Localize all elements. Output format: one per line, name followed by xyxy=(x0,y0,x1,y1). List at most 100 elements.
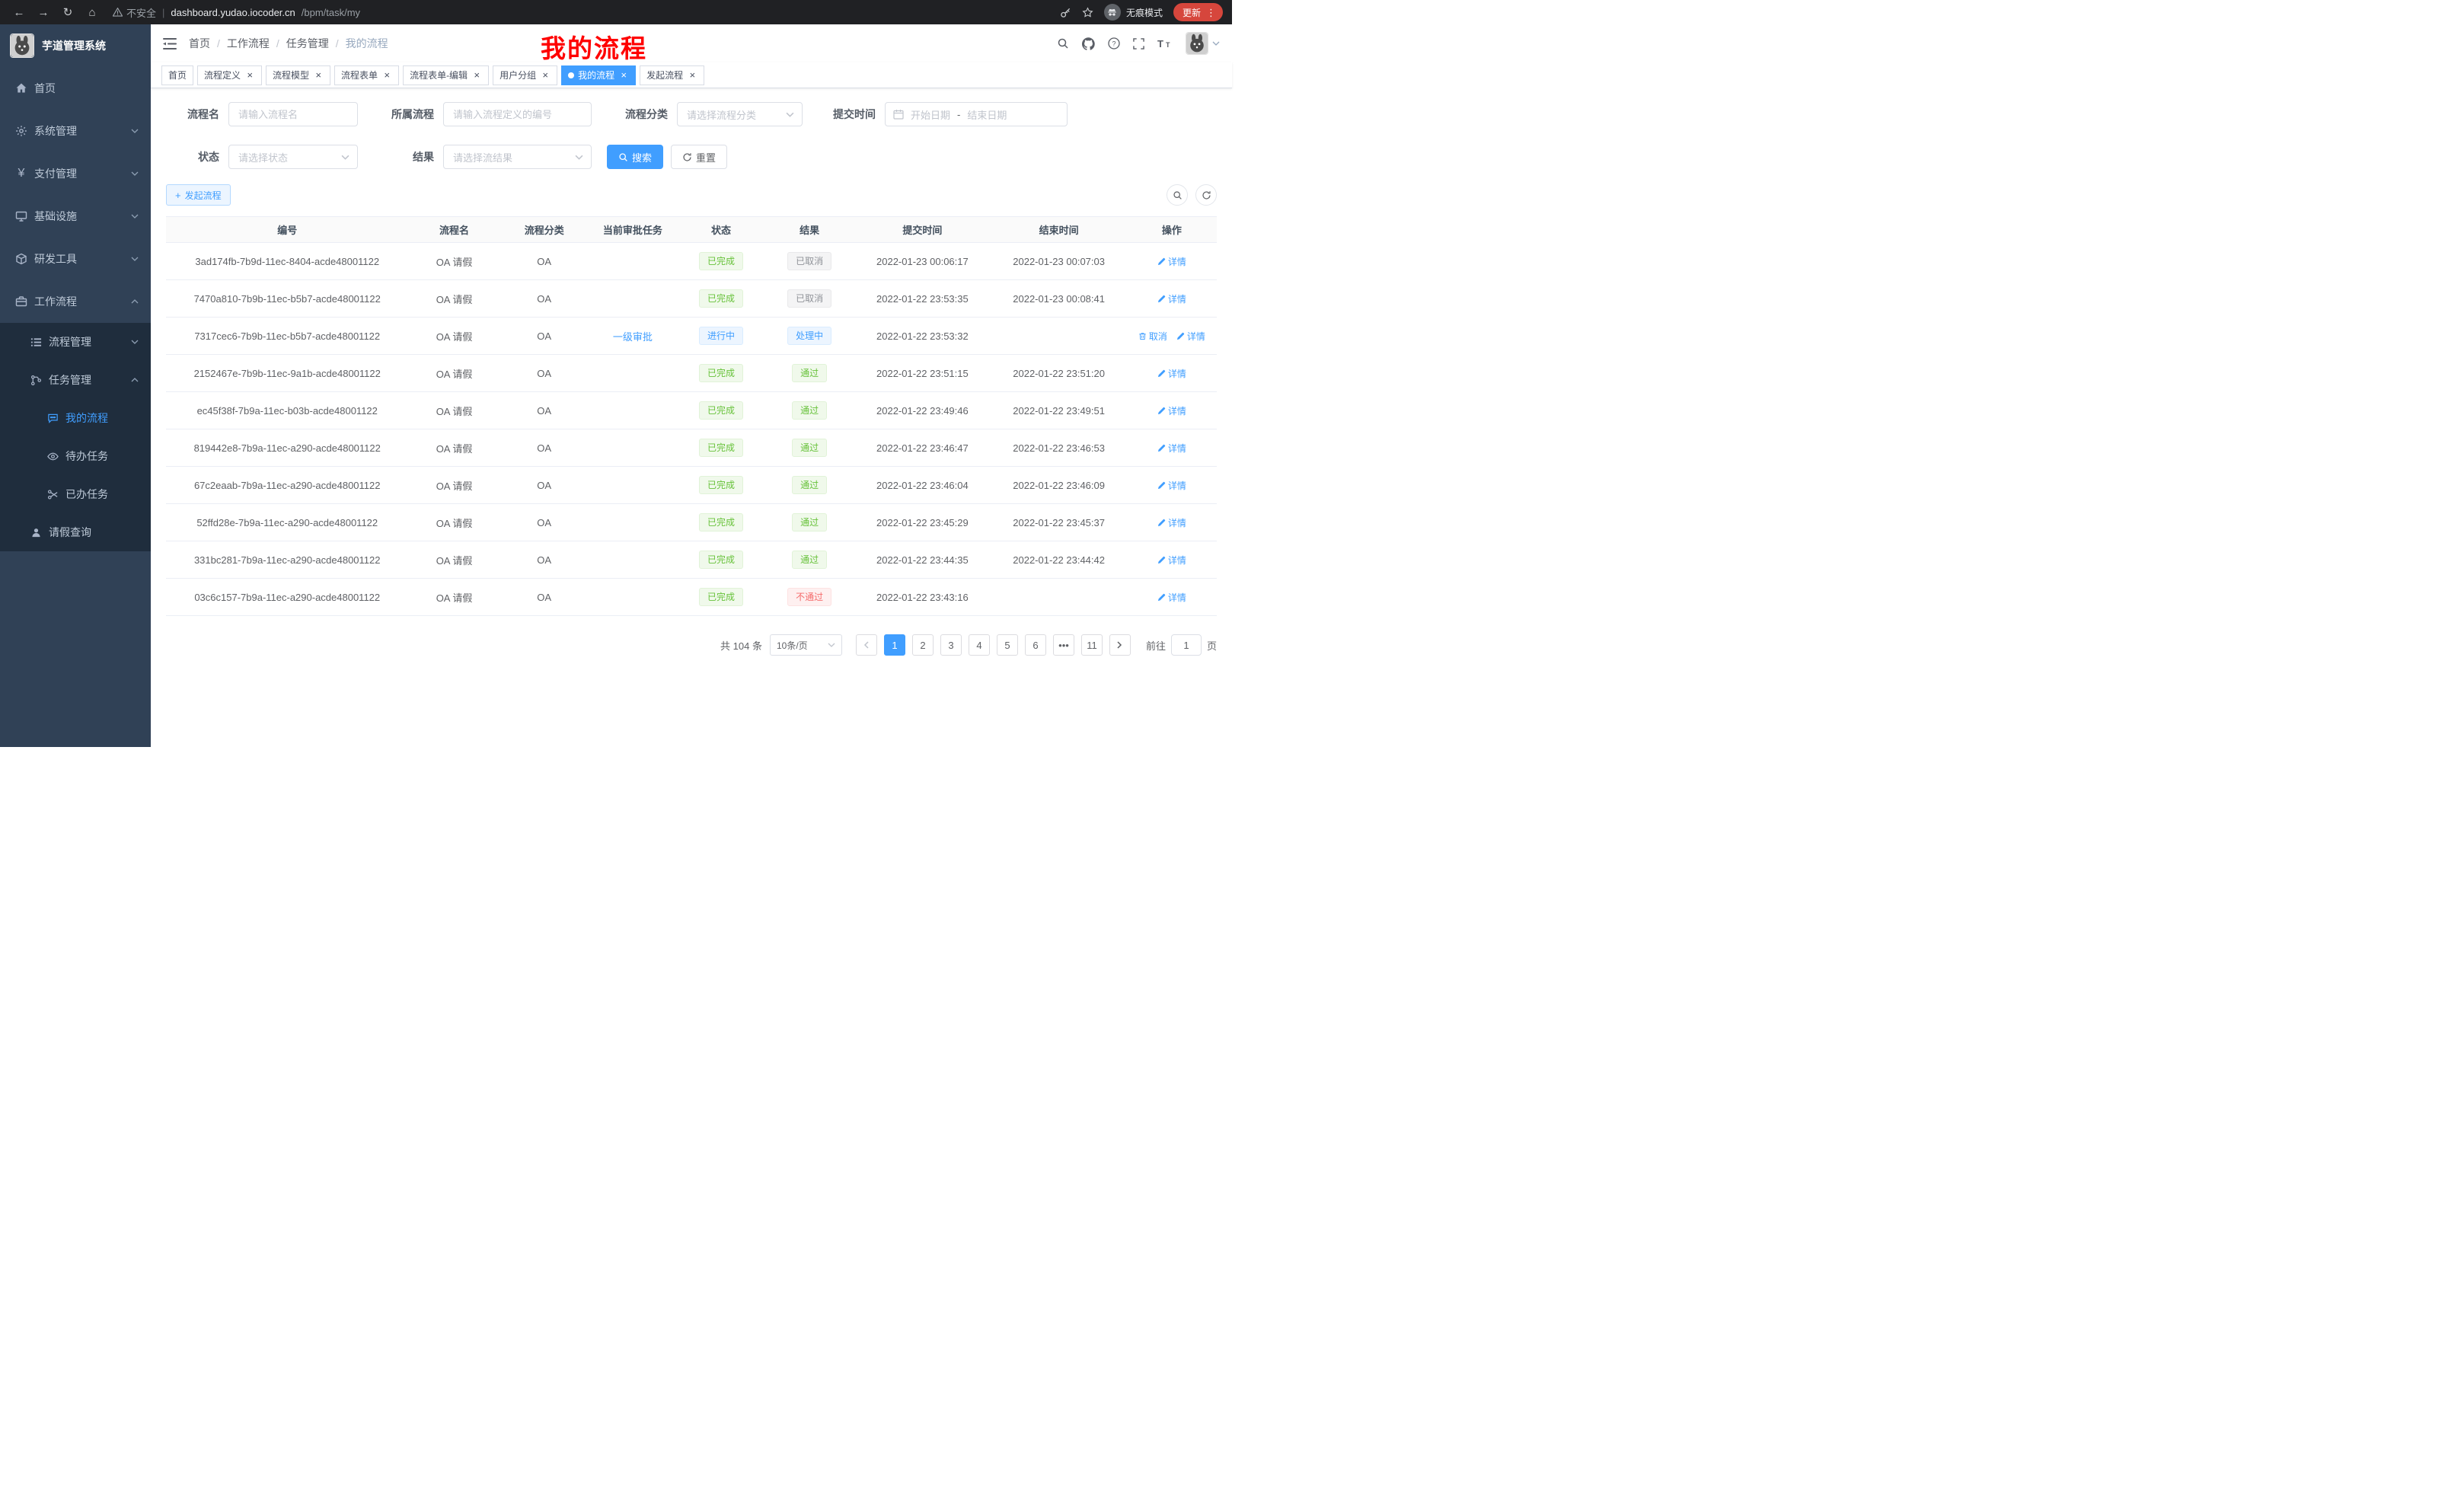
detail-link[interactable]: 详情 xyxy=(1157,367,1186,380)
create-process-button[interactable]: + 发起流程 xyxy=(166,184,231,206)
sidebar-item-todo-tasks[interactable]: 待办任务 xyxy=(0,437,151,475)
process-definition-input[interactable] xyxy=(443,102,592,126)
update-button[interactable]: 更新 ⋮ xyxy=(1173,3,1223,21)
pager-page-11[interactable]: 11 xyxy=(1081,634,1103,656)
op-label: 详情 xyxy=(1168,367,1186,380)
reload-icon[interactable]: ↻ xyxy=(58,2,78,22)
key-icon[interactable] xyxy=(1060,7,1071,18)
result-select[interactable]: 请选择流结果 xyxy=(443,145,592,169)
tab-item[interactable]: 流程表单× xyxy=(334,65,399,85)
sidebar-item-process-management[interactable]: 流程管理 xyxy=(0,323,151,361)
address-bar[interactable]: 不安全 | dashboard.yudao.iocoder.cn/bpm/tas… xyxy=(113,5,1055,20)
sidebar-item-my-process[interactable]: 我的流程 xyxy=(0,399,151,437)
pager-next-button[interactable] xyxy=(1109,634,1131,656)
forward-icon[interactable]: → xyxy=(34,2,53,22)
detail-link[interactable]: 详情 xyxy=(1157,442,1186,455)
breadcrumb-item[interactable]: 首页 xyxy=(189,36,210,51)
breadcrumb: 首页/工作流程/任务管理/我的流程 xyxy=(189,36,388,51)
pager-page-4[interactable]: 4 xyxy=(969,634,990,656)
cell-result: 不通过 xyxy=(765,579,854,616)
result-label: 结果 xyxy=(373,149,434,164)
sidebar-collapse-icon[interactable] xyxy=(163,38,177,49)
tab-label: 我的流程 xyxy=(578,69,614,81)
user-avatar[interactable] xyxy=(1186,32,1208,55)
tab-item[interactable]: 首页 xyxy=(161,65,193,85)
sidebar-item-task-management[interactable]: 任务管理 xyxy=(0,361,151,399)
browser-menu-icon[interactable]: ⋮ xyxy=(1206,8,1216,18)
tab-item[interactable]: 流程定义× xyxy=(197,65,262,85)
github-icon[interactable] xyxy=(1082,37,1095,50)
help-icon[interactable]: ? xyxy=(1108,37,1120,49)
home-icon xyxy=(15,82,27,94)
cell-end-time: 2022-01-22 23:51:20 xyxy=(991,355,1127,392)
tab-item[interactable]: 发起流程× xyxy=(640,65,704,85)
breadcrumb-item[interactable]: 任务管理 xyxy=(286,36,329,51)
user-menu[interactable] xyxy=(1186,32,1220,55)
pager-page-2[interactable]: 2 xyxy=(912,634,934,656)
sidebar-item-workflow[interactable]: 工作流程 xyxy=(0,280,151,323)
pager-prev-button[interactable] xyxy=(856,634,877,656)
tab-close-icon[interactable]: × xyxy=(618,70,629,81)
tab-close-icon[interactable]: × xyxy=(244,70,255,81)
show-search-toggle-button[interactable] xyxy=(1167,184,1188,206)
detail-link[interactable]: 详情 xyxy=(1157,479,1186,492)
pager-page-6[interactable]: 6 xyxy=(1025,634,1046,656)
tab-close-icon[interactable]: × xyxy=(471,70,482,81)
goto-page-input[interactable] xyxy=(1171,634,1202,656)
tab-item[interactable]: 流程表单-编辑× xyxy=(403,65,489,85)
current-task-link[interactable]: 一级审批 xyxy=(613,331,653,343)
tab-item[interactable]: 用户分组× xyxy=(493,65,557,85)
home-button-icon[interactable]: ⌂ xyxy=(82,2,102,22)
reset-button[interactable]: 重置 xyxy=(671,145,727,169)
detail-link[interactable]: 详情 xyxy=(1157,554,1186,567)
detail-link[interactable]: 详情 xyxy=(1157,404,1186,417)
sidebar-item-label: 研发工具 xyxy=(34,251,124,267)
cell-category: OA xyxy=(500,541,589,579)
bookmark-star-icon[interactable] xyxy=(1082,7,1093,18)
sidebar-item-payment[interactable]: ¥ 支付管理 xyxy=(0,152,151,195)
search-button[interactable]: 搜索 xyxy=(607,145,663,169)
search-icon[interactable] xyxy=(1057,37,1069,49)
detail-link[interactable]: 详情 xyxy=(1157,292,1186,305)
cell-result: 处理中 xyxy=(765,318,854,355)
submit-time-range-picker[interactable]: 开始日期 - 结束日期 xyxy=(885,102,1068,126)
pager-page-1[interactable]: 1 xyxy=(884,634,905,656)
cancel-link[interactable]: 取消 xyxy=(1138,330,1167,343)
sidebar-item-leave-query[interactable]: 请假查询 xyxy=(0,513,151,551)
op-label: 详情 xyxy=(1187,330,1205,343)
pager-page-5[interactable]: 5 xyxy=(997,634,1018,656)
cell-result: 通过 xyxy=(765,541,854,579)
breadcrumb-item[interactable]: 工作流程 xyxy=(227,36,270,51)
sidebar-item-infrastructure[interactable]: 基础设施 xyxy=(0,195,151,238)
sidebar-item-devtools[interactable]: 研发工具 xyxy=(0,238,151,280)
svg-text:T: T xyxy=(1166,41,1170,49)
tab-close-icon[interactable]: × xyxy=(687,70,697,81)
tab-item[interactable]: 我的流程 × xyxy=(561,65,636,85)
tab-close-icon[interactable]: × xyxy=(540,70,551,81)
tab-close-icon[interactable]: × xyxy=(381,70,392,81)
cell-status: 已完成 xyxy=(677,541,765,579)
process-name-input[interactable] xyxy=(228,102,358,126)
detail-link[interactable]: 详情 xyxy=(1176,330,1205,343)
pager-more-button[interactable]: ••• xyxy=(1053,634,1074,656)
pager-page-3[interactable]: 3 xyxy=(940,634,962,656)
process-category-select[interactable]: 请选择流程分类 xyxy=(677,102,803,126)
status-select[interactable]: 请选择状态 xyxy=(228,145,358,169)
cell-process-name: OA 请假 xyxy=(408,355,500,392)
back-icon[interactable]: ← xyxy=(9,2,29,22)
detail-link[interactable]: 详情 xyxy=(1157,591,1186,604)
page-size-select[interactable]: 10条/页 xyxy=(770,634,842,656)
font-size-icon[interactable]: TT xyxy=(1157,38,1173,49)
navbar-actions: ? TT xyxy=(1057,32,1220,55)
not-secure-warning[interactable]: 不安全 xyxy=(113,5,156,20)
detail-link[interactable]: 详情 xyxy=(1157,255,1186,268)
sidebar-item-done-tasks[interactable]: 已办任务 xyxy=(0,475,151,513)
fullscreen-icon[interactable] xyxy=(1133,38,1144,49)
detail-link[interactable]: 详情 xyxy=(1157,516,1186,529)
tab-close-icon[interactable]: × xyxy=(313,70,324,81)
breadcrumb-separator: / xyxy=(210,37,227,49)
tab-item[interactable]: 流程模型× xyxy=(266,65,330,85)
refresh-table-button[interactable] xyxy=(1195,184,1217,206)
sidebar-item-home[interactable]: 首页 xyxy=(0,67,151,110)
sidebar-item-system[interactable]: 系统管理 xyxy=(0,110,151,152)
